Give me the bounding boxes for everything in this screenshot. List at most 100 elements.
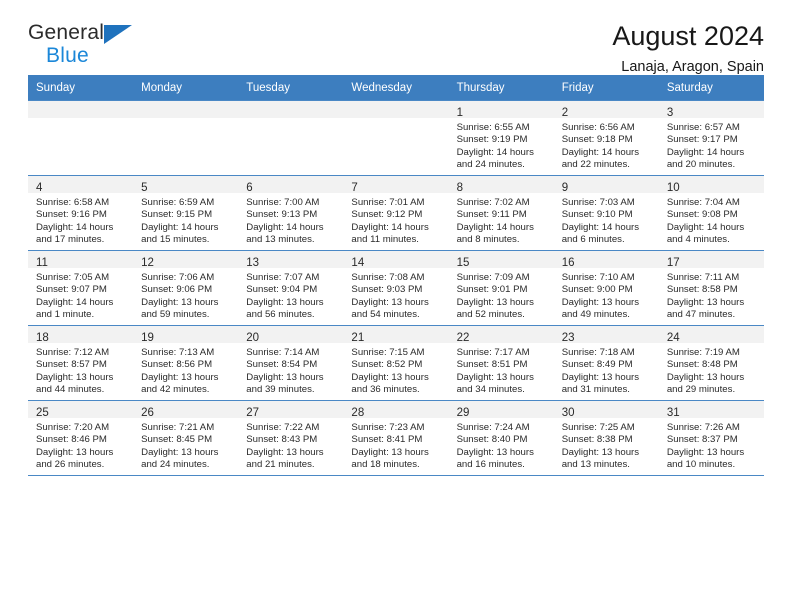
calendar-day-cell[interactable]: 13 Sunrise: 7:07 AM Sunset: 9:04 PM Dayligh… [238, 250, 344, 326]
calendar-day-cell[interactable]: 4 Sunrise: 6:58 AM Sunset: 9:16 PM Daylight… [28, 175, 134, 251]
sunrise-text: Sunrise: 7:14 AM [246, 347, 320, 358]
calendar-day-cell[interactable]: 28 Sunrise: 7:23 AM Sunset: 8:41 PM Dayligh… [343, 400, 449, 475]
day-number: 9 [561, 182, 569, 194]
sunset-text: Sunset: 8:58 PM [666, 284, 738, 296]
day-number-band: 17 [658, 251, 764, 269]
day-details: Sunrise: 7:12 AM Sunset: 8:57 PM Daylight:… [28, 343, 133, 397]
calendar-body: 1 Sunrise: 6:55 AM Sunset: 9:19 PM Daylight… [28, 100, 764, 475]
daylight-text-line2: and 44 minutes. [36, 384, 105, 396]
calendar-day-cell[interactable]: 1 Sunrise: 6:55 AM Sunset: 9:19 PM Daylight… [448, 100, 554, 176]
daylight-text-line2: and 15 minutes. [141, 234, 210, 246]
calendar-day-cell[interactable]: 10 Sunrise: 7:04 AM Sunset: 9:08 PM Dayligh… [658, 175, 764, 251]
calendar-day-cell[interactable]: 11 Sunrise: 7:05 AM Sunset: 9:07 PM Dayligh… [28, 250, 134, 326]
daylight-text-line1: Daylight: 14 hours [666, 146, 745, 158]
calendar-day-cell[interactable]: 7 Sunrise: 7:01 AM Sunset: 9:12 PM Daylight… [343, 175, 449, 251]
general-blue-logo[interactable]: General Blue [28, 22, 140, 70]
sunset-text: Sunset: 9:07 PM [36, 284, 107, 296]
day-number: 18 [36, 332, 49, 344]
calendar-day-cell[interactable]: 3 Sunrise: 6:57 AM Sunset: 9:17 PM Daylight… [658, 100, 764, 176]
day-details: Sunrise: 6:56 AM Sunset: 9:18 PM Daylight:… [554, 118, 659, 172]
daylight-text-line1: Daylight: 13 hours [666, 446, 745, 458]
sunset-text: Sunset: 9:03 PM [351, 284, 423, 296]
calendar-day-cell[interactable]: 26 Sunrise: 7:21 AM Sunset: 8:45 PM Dayligh… [133, 400, 239, 475]
sunrise-text: Sunrise: 7:13 AM [141, 347, 215, 358]
sunrise-text: Sunrise: 6:57 AM [666, 122, 740, 133]
day-number-band: 11 [28, 251, 134, 269]
daylight-text-line2: and 20 minutes. [666, 159, 736, 171]
day-details: Sunrise: 7:08 AM Sunset: 9:03 PM Daylight:… [343, 268, 448, 322]
day-number-band: 2 [553, 101, 659, 119]
daylight-text-line2: and 54 minutes. [351, 309, 420, 321]
daylight-text-line2: and 22 minutes. [561, 159, 630, 171]
sunrise-text: Sunrise: 6:59 AM [141, 197, 215, 208]
day-details: Sunrise: 7:10 AM Sunset: 9:00 PM Daylight:… [554, 268, 659, 322]
sunset-text: Sunset: 8:48 PM [666, 359, 738, 371]
sunset-text: Sunset: 8:45 PM [141, 434, 213, 446]
calendar-day-cell[interactable]: 8 Sunrise: 7:02 AM Sunset: 9:11 PM Daylight… [448, 175, 554, 251]
day-number: 29 [456, 407, 470, 419]
sunset-text: Sunset: 8:57 PM [36, 359, 107, 371]
calendar-day-cell[interactable]: 6 Sunrise: 7:00 AM Sunset: 9:13 PM Daylight… [238, 175, 344, 251]
calendar-day-cell[interactable]: 29 Sunrise: 7:24 AM Sunset: 8:40 PM Dayligh… [448, 400, 554, 475]
calendar-day-cell[interactable]: 21 Sunrise: 7:15 AM Sunset: 8:52 PM Dayligh… [343, 325, 449, 401]
day-number-band [28, 101, 134, 118]
day-details: Sunrise: 6:55 AM Sunset: 9:19 PM Daylight:… [449, 118, 554, 172]
sunrise-text: Sunrise: 7:23 AM [351, 422, 425, 433]
calendar-day-cell[interactable]: 16 Sunrise: 7:10 AM Sunset: 9:00 PM Dayligh… [553, 250, 659, 326]
daylight-text-line1: Daylight: 13 hours [351, 296, 429, 308]
page-header: General Blue August 2024 Lanaja, Aragon,… [28, 0, 764, 76]
calendar-day-cell[interactable]: 25 Sunrise: 7:20 AM Sunset: 8:46 PM Dayligh… [28, 400, 134, 475]
sunrise-text: Sunrise: 7:08 AM [351, 272, 425, 283]
day-number-band: 23 [553, 326, 659, 344]
day-details: Sunrise: 7:21 AM Sunset: 8:45 PM Daylight:… [133, 418, 238, 472]
day-details: Sunrise: 7:24 AM Sunset: 8:40 PM Daylight:… [449, 418, 554, 472]
day-number: 27 [246, 407, 260, 419]
day-details: Sunrise: 7:01 AM Sunset: 9:12 PM Daylight:… [343, 193, 448, 247]
calendar-day-cell[interactable]: 23 Sunrise: 7:18 AM Sunset: 8:49 PM Dayligh… [553, 325, 659, 401]
daylight-text-line2: and 52 minutes. [456, 309, 525, 321]
calendar-day-cell[interactable]: 30 Sunrise: 7:25 AM Sunset: 8:38 PM Dayligh… [553, 400, 659, 475]
day-number: 3 [666, 107, 674, 119]
calendar-day-cell[interactable]: 12 Sunrise: 7:06 AM Sunset: 9:06 PM Dayligh… [133, 250, 239, 326]
calendar-day-cell[interactable]: 15 Sunrise: 7:09 AM Sunset: 9:01 PM Dayligh… [448, 250, 554, 326]
day-number-band [238, 101, 344, 118]
calendar-day-cell[interactable]: 24 Sunrise: 7:19 AM Sunset: 8:48 PM Dayligh… [658, 325, 764, 401]
sunset-text: Sunset: 9:06 PM [141, 284, 213, 296]
day-details: Sunrise: 7:19 AM Sunset: 8:48 PM Daylight:… [659, 343, 764, 397]
day-number: 10 [666, 182, 680, 194]
calendar-day-cell[interactable]: 9 Sunrise: 7:03 AM Sunset: 9:10 PM Daylight… [553, 175, 659, 251]
day-number-band: 30 [553, 401, 659, 419]
sunset-text: Sunset: 9:08 PM [666, 209, 738, 221]
sunset-text: Sunset: 8:46 PM [36, 434, 107, 446]
calendar-day-cell[interactable]: 27 Sunrise: 7:22 AM Sunset: 8:43 PM Dayligh… [238, 400, 344, 475]
sunrise-text: Sunrise: 7:11 AM [666, 272, 740, 283]
day-details [133, 118, 238, 122]
sunset-text: Sunset: 8:54 PM [246, 359, 318, 371]
daylight-text-line1: Daylight: 13 hours [246, 371, 324, 383]
calendar-day-cell[interactable]: 20 Sunrise: 7:14 AM Sunset: 8:54 PM Dayligh… [238, 325, 344, 401]
calendar-header-row: Sunday Monday Tuesday Wednesday Thursday… [28, 75, 764, 101]
calendar-day-cell[interactable]: 18 Sunrise: 7:12 AM Sunset: 8:57 PM Dayligh… [28, 325, 134, 401]
day-number: 1 [456, 107, 463, 119]
daylight-text-line1: Daylight: 14 hours [141, 221, 219, 233]
calendar-day-cell[interactable]: 14 Sunrise: 7:08 AM Sunset: 9:03 PM Dayligh… [343, 250, 449, 326]
daylight-text-line1: Daylight: 14 hours [666, 221, 745, 233]
page-subtitle-location: Lanaja, Aragon, Spain [621, 59, 764, 76]
day-number-band: 27 [238, 401, 344, 419]
calendar-day-cell[interactable]: 17 Sunrise: 7:11 AM Sunset: 8:58 PM Dayligh… [658, 250, 764, 326]
daylight-text-line2: and 10 minutes. [666, 459, 736, 471]
calendar-day-cell[interactable]: 22 Sunrise: 7:17 AM Sunset: 8:51 PM Dayligh… [448, 325, 554, 401]
calendar-day-cell[interactable]: 19 Sunrise: 7:13 AM Sunset: 8:56 PM Dayligh… [133, 325, 239, 401]
calendar-day-cell [28, 100, 134, 176]
sunrise-text: Sunrise: 7:20 AM [36, 422, 110, 433]
sunrise-text: Sunrise: 7:25 AM [561, 422, 635, 433]
day-number: 24 [666, 332, 680, 344]
calendar-day-cell[interactable]: 2 Sunrise: 6:56 AM Sunset: 9:18 PM Daylight… [553, 100, 659, 176]
daylight-text-line1: Daylight: 13 hours [246, 296, 324, 308]
calendar-day-cell[interactable]: 5 Sunrise: 6:59 AM Sunset: 9:15 PM Daylight… [133, 175, 239, 251]
sunrise-text: Sunrise: 7:10 AM [561, 272, 635, 283]
day-number-band: 18 [28, 326, 134, 344]
calendar-day-cell[interactable]: 31 Sunrise: 7:26 AM Sunset: 8:37 PM Dayligh… [658, 400, 764, 475]
day-number: 20 [246, 332, 260, 344]
day-number-band [133, 101, 239, 118]
